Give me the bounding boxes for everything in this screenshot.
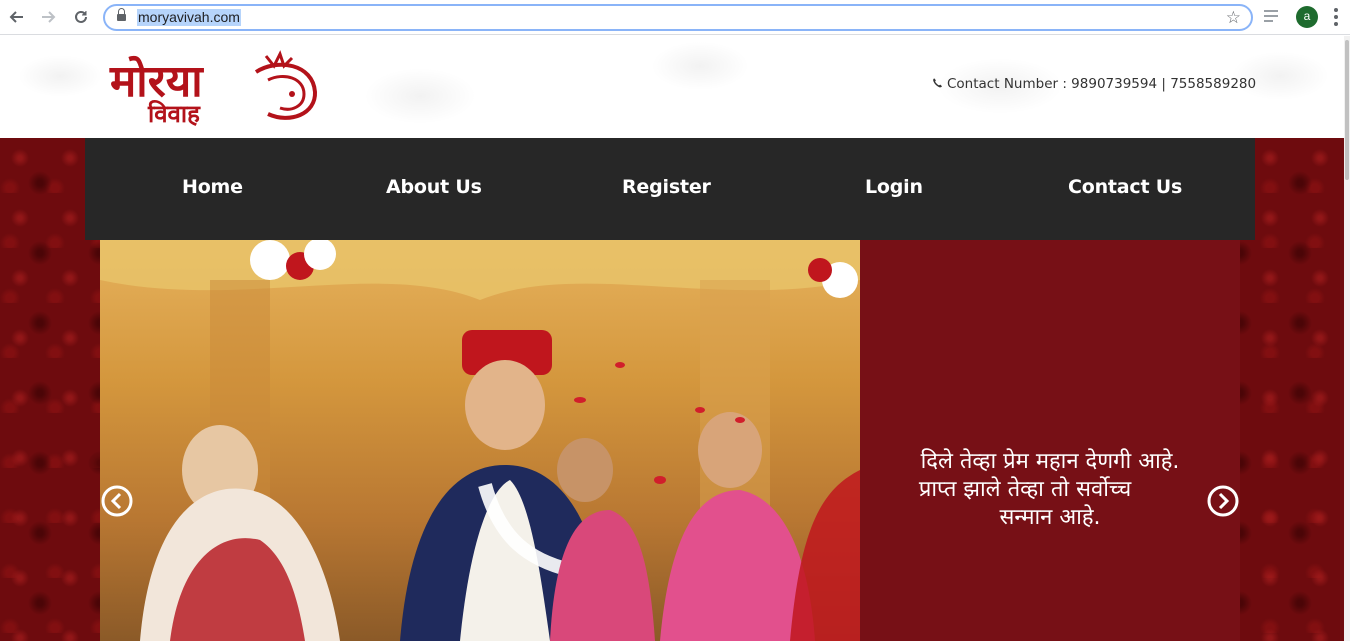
address-bar[interactable]: moryavivah.com ☆ bbox=[103, 4, 1253, 31]
slider-prev-icon[interactable] bbox=[101, 485, 133, 517]
forward-icon[interactable] bbox=[37, 6, 59, 28]
slider-caption-panel: दिले तेव्हा प्रेम महान देणगी आहे. प्राप्… bbox=[860, 240, 1240, 641]
page-scrollbar[interactable] bbox=[1344, 36, 1350, 641]
web-page: मोरया विवाह Contact Number : 9890739594 … bbox=[0, 36, 1344, 641]
bookmark-star-icon[interactable]: ☆ bbox=[1226, 8, 1241, 28]
wedding-photo bbox=[100, 240, 860, 641]
logo-text-secondary: विवाह bbox=[147, 100, 201, 128]
nav-home[interactable]: Home bbox=[182, 176, 243, 198]
browser-toolbar: moryavivah.com ☆ a bbox=[0, 0, 1350, 35]
phone-icon bbox=[933, 78, 942, 88]
slider-quote: दिले तेव्हा प्रेम महान देणगी आहे. प्राप्… bbox=[870, 448, 1230, 532]
profile-avatar[interactable]: a bbox=[1296, 6, 1318, 28]
nav-register[interactable]: Register bbox=[622, 176, 711, 198]
lock-icon bbox=[117, 8, 126, 22]
contact-label: Contact Number : 9890739594 | 7558589280 bbox=[947, 76, 1257, 92]
contact-number: Contact Number : 9890739594 | 7558589280 bbox=[932, 76, 1256, 92]
media-control-icon[interactable] bbox=[1264, 8, 1282, 24]
hero-slider: दिले तेव्हा प्रेम महान देणगी आहे. प्राप्… bbox=[100, 240, 1240, 641]
nav-login[interactable]: Login bbox=[865, 176, 923, 198]
back-icon[interactable] bbox=[6, 6, 28, 28]
reload-icon[interactable] bbox=[70, 6, 92, 28]
morya-vivah-logo[interactable]: मोरया विवाह bbox=[108, 50, 323, 128]
quote-line: प्राप्त झाले तेव्हा तो सर्वोच्च bbox=[918, 477, 1132, 502]
quote-line: सन्मान आहे. bbox=[999, 505, 1101, 530]
quote-line: दिले तेव्हा प्रेम महान देणगी आहे. bbox=[920, 449, 1180, 474]
url-text[interactable]: moryavivah.com bbox=[137, 9, 241, 26]
nav-about-us[interactable]: About Us bbox=[386, 176, 482, 198]
nav-contact-us[interactable]: Contact Us bbox=[1068, 176, 1182, 198]
browser-menu-icon[interactable] bbox=[1333, 8, 1339, 26]
site-header: मोरया विवाह Contact Number : 9890739594 … bbox=[0, 36, 1344, 138]
main-navbar: Home About Us Register Login Contact Us bbox=[85, 138, 1255, 240]
slider-next-icon[interactable] bbox=[1207, 485, 1239, 517]
